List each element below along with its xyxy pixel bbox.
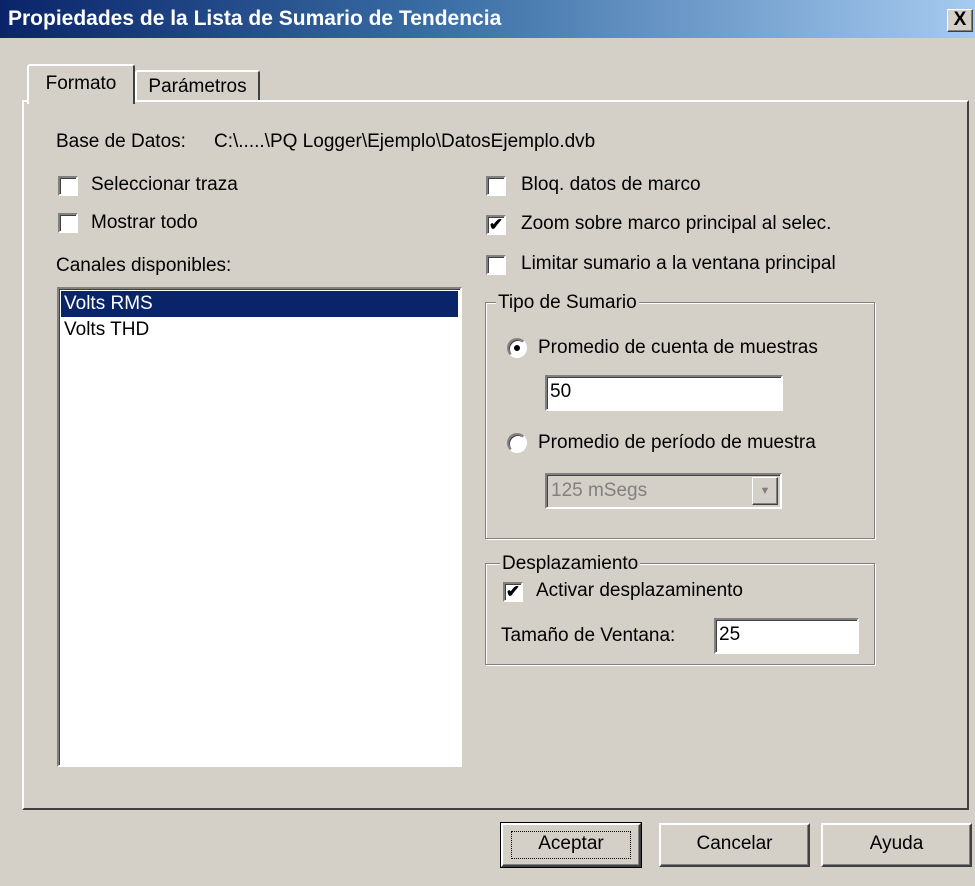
database-path: C:\.....\PQ Logger\Ejemplo\DatosEjemplo.… [214,131,596,152]
check-icon: ✔ [505,582,521,601]
limit-summary-checkbox[interactable] [486,255,506,275]
accept-button[interactable]: Aceptar [500,822,642,868]
sample-period-radio[interactable] [507,433,527,453]
summary-type-title: Tipo de Sumario [496,292,639,314]
lock-frame-checkbox[interactable] [486,176,506,196]
select-trace-checkbox[interactable] [58,176,78,196]
sample-count-radio[interactable] [507,338,527,358]
select-trace-label[interactable]: Seleccionar traza [91,174,238,196]
window-size-label: Tamaño de Ventana: [501,625,676,646]
limit-summary-label[interactable]: Limitar sumario a la ventana principal [521,253,836,275]
zoom-main-checkbox[interactable]: ✔ [486,215,506,235]
scrolling-title: Desplazamiento [500,553,641,575]
check-icon: ✔ [488,215,504,234]
show-all-checkbox[interactable] [58,213,78,233]
window-size-value: 25 [719,624,741,645]
chevron-down-icon[interactable]: ▼ [752,477,778,505]
help-button[interactable]: Ayuda [821,823,972,867]
enable-scrolling-checkbox[interactable]: ✔ [503,582,523,602]
list-item[interactable]: Volts RMS [61,291,458,317]
focus-ring [511,831,631,859]
show-all-label[interactable]: Mostrar todo [91,212,198,234]
database-label: Base de Datos: [56,131,186,152]
sample-period-label[interactable]: Promedio de período de muestra [538,432,816,454]
channels-listbox[interactable]: Volts RMS Volts THD [57,287,462,767]
cancel-label: Cancelar [696,833,773,854]
help-label: Ayuda [869,833,924,854]
sample-count-label[interactable]: Promedio de cuenta de muestras [538,337,818,359]
channels-label: Canales disponibles: [56,255,232,276]
cancel-button[interactable]: Cancelar [659,823,810,867]
sample-period-select[interactable]: 125 mSegs ▼ [545,473,782,509]
enable-scrolling-label[interactable]: Activar desplazaminento [536,580,743,602]
lock-frame-label[interactable]: Bloq. datos de marco [521,174,701,196]
sample-count-input[interactable]: 50 [545,375,783,411]
window-size-input[interactable]: 25 [714,618,859,654]
sample-count-value: 50 [550,381,572,402]
sample-period-value: 125 mSegs [551,480,648,501]
list-item[interactable]: Volts THD [61,317,458,343]
zoom-main-label[interactable]: Zoom sobre marco principal al selec. [521,213,831,235]
